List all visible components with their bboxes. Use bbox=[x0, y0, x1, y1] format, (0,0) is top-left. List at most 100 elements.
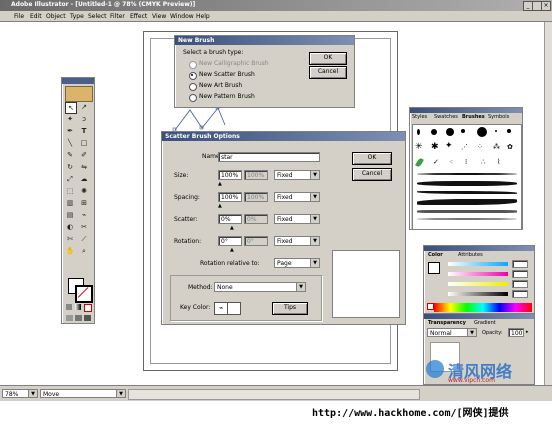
menu-object[interactable]: Object bbox=[46, 13, 66, 20]
opacity-input[interactable]: 100 bbox=[508, 328, 524, 337]
rotate-tool[interactable]: ↻ bbox=[65, 162, 75, 172]
brush-scatter-8[interactable]: ⁖ bbox=[449, 158, 453, 167]
brush-calligraphic-1[interactable] bbox=[417, 129, 420, 135]
new-brush-title-bar[interactable]: New Brush bbox=[175, 36, 354, 45]
blend-mode-select[interactable]: Normal ▼ bbox=[427, 328, 477, 337]
spacing-slider[interactable]: ▲ bbox=[218, 203, 222, 209]
eyedropper-tool[interactable]: ⌁ bbox=[79, 210, 89, 220]
key-color-swatch[interactable] bbox=[227, 302, 241, 315]
brushes-list[interactable]: ✳ ✱ ✦ ⋰ ⁘ ⁂ ✿ ✓ ⁖ ⁞ ∴ ⌇ bbox=[412, 124, 522, 230]
brush-leaf-green[interactable] bbox=[415, 157, 424, 168]
brush-scatter-10[interactable]: ∴ bbox=[481, 158, 485, 167]
none-swatch[interactable] bbox=[427, 303, 434, 310]
status-tool-select[interactable]: Move ▼ bbox=[40, 389, 126, 398]
toolbox-title-bar[interactable] bbox=[62, 78, 94, 84]
pencil-tool[interactable]: ✐ bbox=[79, 150, 89, 160]
key-color-eyedropper-icon[interactable]: ⌁ bbox=[214, 302, 228, 315]
tab-brushes[interactable]: Brushes bbox=[462, 114, 485, 120]
scatter-cancel-button[interactable]: Cancel bbox=[352, 168, 392, 181]
hand-tool[interactable]: ✋ bbox=[65, 246, 75, 256]
window-controls[interactable]: _ × bbox=[523, 1, 551, 11]
scissors-tool[interactable]: ✄ bbox=[65, 234, 75, 244]
screen-mode-icon[interactable] bbox=[66, 315, 73, 321]
zoom-select[interactable]: 78% ▼ bbox=[2, 389, 38, 398]
menu-view[interactable]: View bbox=[152, 13, 166, 20]
slider-k[interactable] bbox=[448, 292, 508, 296]
warp-tool[interactable]: ☁ bbox=[79, 174, 89, 184]
vertical-scrollbar[interactable] bbox=[544, 22, 552, 385]
method-select[interactable]: None ▼ bbox=[214, 282, 306, 292]
art-brush-2[interactable] bbox=[417, 181, 517, 186]
direct-selection-tool[interactable]: ↗ bbox=[79, 102, 89, 112]
graph-tool[interactable]: ▥ bbox=[65, 198, 75, 208]
color-spectrum-bar[interactable] bbox=[434, 303, 532, 312]
paintbrush-tool[interactable]: ✎ bbox=[65, 150, 75, 160]
color-fill-proxy[interactable] bbox=[428, 262, 440, 274]
tab-swatches[interactable]: Swatches bbox=[434, 114, 458, 120]
brush-calligraphic-2[interactable] bbox=[431, 129, 437, 135]
menu-help[interactable]: Help bbox=[196, 13, 210, 20]
line-tool[interactable]: ╲ bbox=[65, 138, 75, 148]
art-brush-3[interactable] bbox=[417, 191, 517, 194]
brush-scatter-11[interactable]: ⌇ bbox=[497, 158, 500, 167]
menu-file[interactable]: File bbox=[14, 13, 24, 20]
size-mode-select[interactable]: Fixed ▼ bbox=[274, 170, 320, 180]
brush-scatter-1[interactable]: ✳ bbox=[415, 143, 423, 152]
brush-name-input[interactable]: star bbox=[218, 152, 320, 162]
art-brush-4[interactable] bbox=[417, 199, 517, 205]
reflect-tool[interactable]: ⇋ bbox=[79, 162, 89, 172]
scatter-dialog-title-bar[interactable]: Scatter Brush Options bbox=[162, 132, 405, 141]
art-brush-5[interactable] bbox=[417, 210, 517, 213]
spacing-min-input[interactable]: 100% bbox=[218, 192, 242, 202]
mesh-tool[interactable]: ⊞ bbox=[79, 198, 89, 208]
brush-calligraphic-7[interactable] bbox=[507, 129, 511, 133]
radio-scatter[interactable] bbox=[189, 72, 197, 80]
brush-arrow[interactable]: ✓ bbox=[433, 159, 439, 166]
new-brush-ok-button[interactable]: OK bbox=[309, 52, 347, 65]
radio-pattern[interactable] bbox=[189, 94, 197, 102]
new-brush-cancel-button[interactable]: Cancel bbox=[309, 66, 347, 79]
menu-edit[interactable]: Edit bbox=[30, 13, 42, 20]
brush-scatter-9[interactable]: ⁞ bbox=[465, 158, 467, 167]
brush-scatter-7[interactable]: ✿ bbox=[507, 143, 513, 152]
value-m[interactable] bbox=[512, 270, 528, 278]
close-icon[interactable]: × bbox=[541, 1, 551, 11]
tab-symbols[interactable]: Symbols bbox=[488, 114, 509, 120]
menu-select[interactable]: Select bbox=[88, 13, 107, 20]
brushes-panel-title-bar[interactable] bbox=[410, 108, 522, 113]
value-k[interactable] bbox=[512, 290, 528, 298]
selection-tool[interactable]: ↖ bbox=[65, 102, 77, 114]
art-brush-1[interactable] bbox=[417, 173, 517, 175]
art-brush-6[interactable] bbox=[417, 218, 517, 220]
color-mode-icon[interactable] bbox=[66, 304, 72, 310]
brush-calligraphic-5[interactable] bbox=[477, 127, 487, 137]
brush-scatter-4[interactable]: ⋰ bbox=[461, 143, 468, 152]
brush-scatter-3[interactable]: ✦ bbox=[445, 142, 453, 151]
value-y[interactable] bbox=[512, 280, 528, 288]
stroke-swatch[interactable] bbox=[75, 285, 93, 303]
pen-tool[interactable]: ✒ bbox=[65, 126, 75, 136]
value-c[interactable] bbox=[512, 260, 528, 268]
full-screen-menu-icon[interactable] bbox=[75, 315, 82, 321]
type-tool[interactable]: T bbox=[79, 126, 89, 136]
radio-calligraphic[interactable] bbox=[189, 61, 197, 69]
scale-tool[interactable]: ⤢ bbox=[65, 174, 75, 184]
scatter-ok-button[interactable]: OK bbox=[352, 152, 392, 165]
transparency-title-bar[interactable] bbox=[424, 314, 534, 319]
symbol-sprayer-tool[interactable]: ✺ bbox=[79, 186, 89, 196]
tips-button[interactable]: Tips bbox=[272, 302, 308, 315]
brush-scatter-6[interactable]: ⁂ bbox=[493, 143, 500, 152]
lasso-tool[interactable]: ↄ bbox=[79, 114, 89, 124]
magic-wand-tool[interactable]: ✦ bbox=[65, 114, 75, 124]
scatter-min-input[interactable]: 0% bbox=[218, 214, 242, 224]
slider-y[interactable] bbox=[448, 282, 508, 286]
slider-m[interactable] bbox=[448, 272, 508, 276]
gradient-mode-icon[interactable] bbox=[75, 304, 81, 310]
menu-effect[interactable]: Effect bbox=[130, 13, 147, 20]
brush-calligraphic-3[interactable] bbox=[446, 128, 454, 136]
slider-c[interactable] bbox=[448, 262, 508, 266]
radio-art[interactable] bbox=[189, 83, 197, 91]
tab-styles[interactable]: Styles bbox=[412, 114, 427, 120]
brush-scatter-2[interactable]: ✱ bbox=[431, 143, 439, 152]
brush-scatter-5[interactable]: ⁘ bbox=[477, 143, 483, 152]
